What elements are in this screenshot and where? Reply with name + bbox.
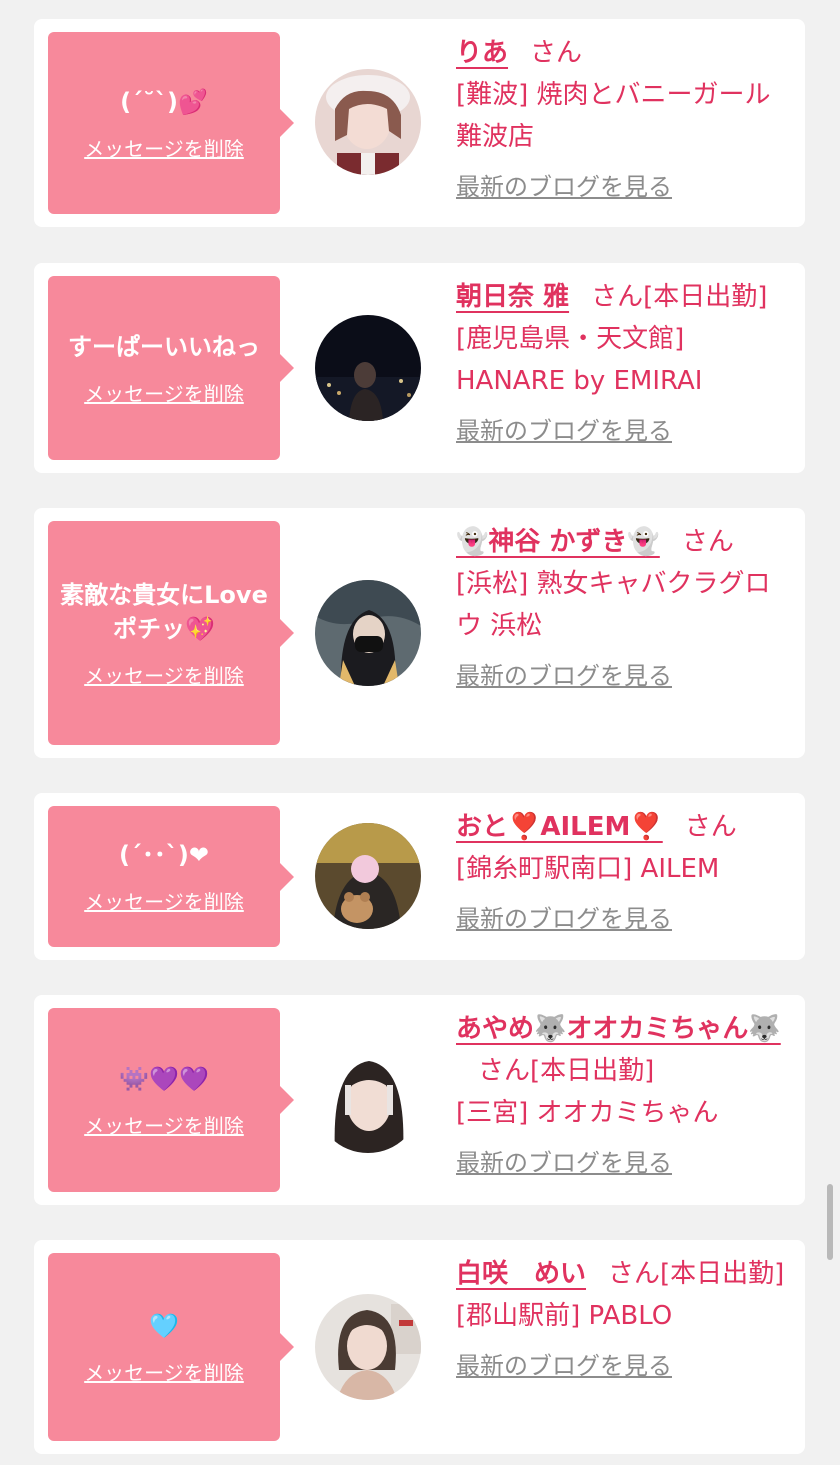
message-text: 🩵 bbox=[149, 1311, 179, 1340]
cast-name-link[interactable]: あやめ🐺オオカミちゃん🐺 bbox=[456, 1014, 781, 1044]
avatar[interactable] bbox=[315, 1047, 421, 1153]
avatar[interactable] bbox=[315, 315, 421, 421]
message-text: 素敵な貴女にLoveポチッ💖 bbox=[60, 580, 268, 643]
message-text: (ˊ˘ˋ)💕 bbox=[120, 87, 208, 116]
avatar[interactable] bbox=[315, 580, 421, 686]
latest-blog-link[interactable]: 最新のブログを見る bbox=[456, 410, 790, 452]
honorific: さん bbox=[608, 1259, 661, 1289]
honorific: さん bbox=[478, 1056, 531, 1086]
message-bubble: (ˊ･･ˋ)❤ メッセージを削除 bbox=[48, 806, 294, 947]
delete-message-link[interactable]: メッセージを削除 bbox=[84, 133, 244, 162]
delete-message-link[interactable]: メッセージを削除 bbox=[84, 1110, 244, 1139]
honorific: さん bbox=[684, 812, 737, 842]
latest-blog-link[interactable]: 最新のブログを見る bbox=[456, 166, 790, 208]
delete-message-link[interactable]: メッセージを削除 bbox=[84, 886, 244, 915]
store-name: [浜松] 熟女キャバクラグロウ 浜松 bbox=[456, 569, 771, 641]
scrollbar[interactable] bbox=[827, 1184, 833, 1260]
store-name: [三宮] オオカミちゃん bbox=[456, 1098, 719, 1128]
list-item: 素敵な貴女にLoveポチッ💖 メッセージを削除 👻神谷 かずき👻 さん [浜松] … bbox=[34, 508, 805, 758]
cast-info: りあ さん [難波] 焼肉とバニーガール難波店 最新のブログを見る bbox=[456, 32, 790, 208]
cast-name-link[interactable]: 朝日奈 雅 bbox=[456, 282, 569, 312]
list-item: (ˊ˘ˋ)💕 メッセージを削除 りあ さん [難波] 焼肉とバニーガール難波店 最… bbox=[34, 19, 805, 227]
cast-name-link[interactable]: おと❣️AILEM❣️ bbox=[456, 812, 663, 842]
store-name: [難波] 焼肉とバニーガール難波店 bbox=[456, 80, 771, 152]
avatar[interactable] bbox=[315, 69, 421, 175]
list-item: すーぱーいいねっ メッセージを削除 朝日奈 雅さん[本日出勤] [鹿児島県・天文… bbox=[34, 263, 805, 473]
avatar[interactable] bbox=[315, 823, 421, 929]
cast-info: あやめ🐺オオカミちゃん🐺 さん[本日出勤] [三宮] オオカミちゃん 最新のブログ… bbox=[456, 1008, 790, 1184]
store-name: [錦糸町駅南口] AILEM bbox=[456, 854, 720, 884]
honorific: さん bbox=[591, 282, 644, 312]
cast-info: おと❣️AILEM❣️ さん [錦糸町駅南口] AILEM 最新のブログを見る bbox=[456, 806, 790, 940]
delete-message-link[interactable]: メッセージを削除 bbox=[84, 378, 244, 407]
message-text: すーぱーいいねっ bbox=[68, 332, 260, 361]
list-item: 👾💜💜 メッセージを削除 あやめ🐺オオカミちゃん🐺 さん[本日出勤] [三宮] オ… bbox=[34, 995, 805, 1205]
message-bubble: 👾💜💜 メッセージを削除 bbox=[48, 1008, 294, 1192]
message-bubble: すーぱーいいねっ メッセージを削除 bbox=[48, 276, 294, 460]
store-name: [郡山駅前] PABLO bbox=[456, 1301, 673, 1331]
latest-blog-link[interactable]: 最新のブログを見る bbox=[456, 1345, 790, 1387]
delete-message-link[interactable]: メッセージを削除 bbox=[84, 1357, 244, 1386]
favorite-list: (ˊ˘ˋ)💕 メッセージを削除 りあ さん [難波] 焼肉とバニーガール難波店 最… bbox=[0, 0, 840, 1465]
avatar[interactable] bbox=[315, 1294, 421, 1400]
message-text: 👾💜💜 bbox=[119, 1064, 209, 1093]
latest-blog-link[interactable]: 最新のブログを見る bbox=[456, 898, 790, 940]
message-bubble: 素敵な貴女にLoveポチッ💖 メッセージを削除 bbox=[48, 521, 294, 745]
cast-name-link[interactable]: りあ bbox=[456, 38, 508, 68]
latest-blog-link[interactable]: 最新のブログを見る bbox=[456, 655, 790, 697]
cast-info: 白咲 めい さん[本日出勤] [郡山駅前] PABLO 最新のブログを見る bbox=[456, 1253, 790, 1387]
cast-name-link[interactable]: 👻神谷 かずき👻 bbox=[456, 527, 660, 557]
cast-name-link[interactable]: 白咲 めい bbox=[456, 1259, 586, 1289]
message-bubble: (ˊ˘ˋ)💕 メッセージを削除 bbox=[48, 32, 294, 214]
delete-message-link[interactable]: メッセージを削除 bbox=[84, 660, 244, 689]
cast-info: 👻神谷 かずき👻 さん [浜松] 熟女キャバクラグロウ 浜松 最新のブログを見る bbox=[456, 521, 790, 697]
attendance-status: [本日出勤] bbox=[643, 282, 768, 312]
honorific: さん bbox=[681, 527, 734, 557]
honorific: さん bbox=[530, 38, 583, 68]
store-name: [鹿児島県・天文館] HANARE by EMIRAI bbox=[456, 324, 703, 396]
cast-info: 朝日奈 雅さん[本日出勤] [鹿児島県・天文館] HANARE by EMIRA… bbox=[456, 276, 790, 452]
list-item: 🩵 メッセージを削除 白咲 めい さん[本日出勤] [郡山駅前] PABLO 最新… bbox=[34, 1240, 805, 1454]
message-text: (ˊ･･ˋ)❤ bbox=[118, 841, 210, 869]
attendance-status: [本日出勤] bbox=[660, 1259, 785, 1289]
list-item: (ˊ･･ˋ)❤ メッセージを削除 おと❣️AILEM❣️ さん [錦糸町駅南口] … bbox=[34, 793, 805, 960]
message-bubble: 🩵 メッセージを削除 bbox=[48, 1253, 294, 1441]
latest-blog-link[interactable]: 最新のブログを見る bbox=[456, 1142, 790, 1184]
attendance-status: [本日出勤] bbox=[530, 1056, 655, 1086]
